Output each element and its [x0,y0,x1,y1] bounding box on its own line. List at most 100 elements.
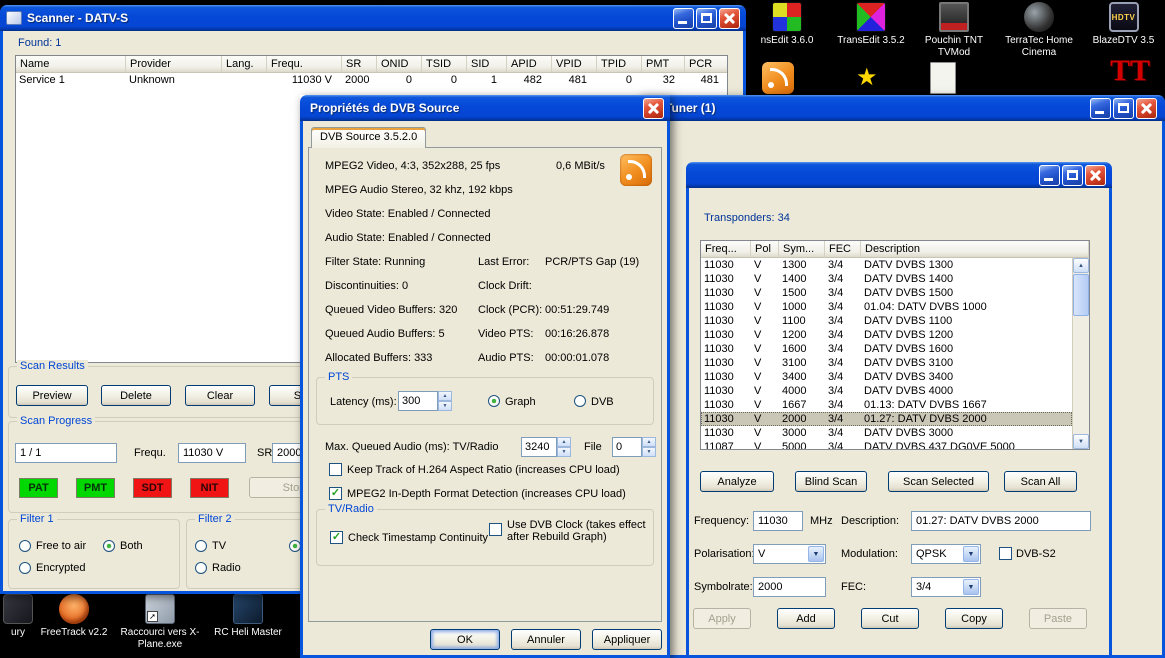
transponder-row[interactable]: 11030 V 3000 3/4 DATV DVBS 3000 [701,426,1072,440]
dvb-source-tab[interactable]: DVB Source 3.5.2.0 [311,127,426,148]
scroll-down-button[interactable]: ▼ [1073,434,1089,449]
add-button[interactable]: Add [777,608,835,629]
spin-up-button[interactable]: ▲ [642,437,656,447]
ok-button[interactable]: OK [430,629,500,650]
mpeg2-indepth-checkbox[interactable]: ✓ [329,487,342,500]
scan-all-button[interactable]: Scan All [1004,471,1077,492]
scanner-titlebar[interactable]: Scanner - DATV-S [0,5,746,31]
column-header[interactable]: TSID [422,56,467,72]
spin-up-button[interactable]: ▲ [438,391,452,401]
dvbs2-checkbox[interactable] [999,547,1012,560]
column-header[interactable]: SID [467,56,507,72]
cut-button[interactable]: Cut [861,608,919,629]
column-header[interactable]: VPID [552,56,597,72]
spin-down-button[interactable]: ▼ [438,401,452,411]
frequ-field[interactable]: 11030 V [178,443,246,463]
column-header[interactable]: PCR [685,56,728,72]
dropdown-button[interactable]: ▼ [808,546,824,562]
blind-scan-button[interactable]: Blind Scan [795,471,867,492]
desktop-icon-mercury[interactable]: ury [0,594,42,639]
use-dvb-clock-checkbox[interactable] [489,523,502,536]
latency-input[interactable]: 300 [398,391,438,411]
dropdown-button[interactable]: ▼ [963,579,979,595]
dvb-source-desktop-icon[interactable] [762,62,794,94]
column-header[interactable]: PMT [642,56,685,72]
column-header[interactable]: Name [16,56,126,72]
column-header[interactable]: Frequ. [267,56,342,72]
description-input[interactable]: 01.27: DATV DVBS 2000 [911,511,1091,531]
max-audio-tv-input[interactable]: 3240 [521,437,557,457]
free-to-air-radio[interactable] [19,540,31,552]
desktop-icon-xplane-shortcut[interactable]: ➚ Raccourci vers X-Plane.exe [116,594,204,651]
transponder-row[interactable]: 11087 V 5000 3/4 DATV DVBS 437 DG0VE 500… [701,440,1072,449]
cancel-button[interactable]: Annuler [511,629,581,650]
spin-up-button[interactable]: ▲ [557,437,571,447]
spin-down-button[interactable]: ▼ [642,447,656,457]
desktop-icon-transedit-352[interactable]: TransEdit 3.5.2 [829,2,913,47]
tuner-titlebar[interactable]: Tuner (1) [638,95,1165,121]
column-header[interactable]: Description [861,241,1089,257]
apply-button[interactable]: Appliquer [592,629,662,650]
max-audio-file-input[interactable]: 0 [612,437,642,457]
tv-radio[interactable] [195,540,207,552]
desktop-icon-transedit-360[interactable]: nsEdit 3.6.0 [745,2,829,47]
scanner-maximize-button[interactable] [696,8,717,29]
transponder-row[interactable]: 11030 V 2000 3/4 01.27: DATV DVBS 2000 [701,412,1072,426]
document-desktop-icon[interactable] [930,62,956,94]
transponder-row[interactable]: 11030 V 1100 3/4 DATV DVBS 1100 [701,314,1072,328]
transponder-row[interactable]: 11030 V 1500 3/4 DATV DVBS 1500 [701,286,1072,300]
child-minimize-button[interactable] [1039,165,1060,186]
column-header[interactable]: Pol [751,241,779,257]
dropdown-button[interactable]: ▼ [963,546,979,562]
transponder-row[interactable]: 11030 V 4000 3/4 DATV DVBS 4000 [701,384,1072,398]
progress-field[interactable]: 1 / 1 [15,443,117,463]
encrypted-radio[interactable] [19,562,31,574]
desktop-icon-blazedtv[interactable]: HDTV BlazeDTV 3.5 [1082,2,1165,47]
both-radio[interactable] [103,540,115,552]
column-header[interactable]: APID [507,56,552,72]
clear-button[interactable]: Clear [185,385,255,406]
preview-button[interactable]: Preview [16,385,88,406]
column-header[interactable]: FEC [825,241,861,257]
copy-button[interactable]: Copy [945,608,1003,629]
transponder-row[interactable]: 11030 V 1400 3/4 DATV DVBS 1400 [701,272,1072,286]
symbolrate-input[interactable]: 2000 [753,577,826,597]
apply-button[interactable]: Apply [693,608,751,629]
child-close-button[interactable] [1085,165,1106,186]
frequency-input[interactable]: 11030 [753,511,803,531]
modulation-select[interactable]: QPSK ▼ [911,544,981,564]
paste-button[interactable]: Paste [1029,608,1087,629]
analyze-button[interactable]: Analyze [700,471,774,492]
child-restore-button[interactable] [1062,165,1083,186]
column-header[interactable]: Lang. [222,56,267,72]
transponder-row[interactable]: 11030 V 1600 3/4 DATV DVBS 1600 [701,342,1072,356]
table-scrollbar[interactable]: ▲ ▼ [1072,258,1089,449]
polarisation-select[interactable]: V ▼ [753,544,826,564]
scrollbar-thumb[interactable] [1073,274,1089,316]
tuner-close-button[interactable] [1136,98,1157,119]
column-header[interactable]: Freq... [701,241,751,257]
desktop-icon-freetrack[interactable]: FreeTrack v2.2 [38,594,110,639]
scanner-minimize-button[interactable] [673,8,694,29]
spin-down-button[interactable]: ▼ [557,447,571,457]
transponder-row[interactable]: 11030 V 1200 3/4 DATV DVBS 1200 [701,328,1072,342]
desktop-icon-terratec-home-cinema[interactable]: TerraTec Home Cinema [996,2,1082,59]
transponder-row[interactable]: 11030 V 1667 3/4 01.13: DATV DVBS 1667 [701,398,1072,412]
delete-button[interactable]: Delete [101,385,171,406]
service-row[interactable]: Service 1Unknown11030 V20000014824810324… [16,73,727,89]
radio-radio[interactable] [195,562,207,574]
transponder-row[interactable]: 11030 V 1300 3/4 DATV DVBS 1300 [701,258,1072,272]
transponder-row[interactable]: 11030 V 3100 3/4 DATV DVBS 3100 [701,356,1072,370]
graph-radio[interactable] [488,395,500,407]
transponder-row[interactable]: 11030 V 1000 3/4 01.04: DATV DVBS 1000 [701,300,1072,314]
column-header[interactable]: ONID [377,56,422,72]
dialog-titlebar[interactable]: Propriétés de DVB Source [300,95,670,121]
column-header[interactable]: Sym... [779,241,825,257]
desktop-icon-rc-heli-master[interactable]: RC Heli Master [208,594,288,639]
tuner-child-titlebar[interactable] [686,162,1112,188]
star-icon[interactable]: ★ [856,66,878,90]
tuner-minimize-button[interactable] [1090,98,1111,119]
transponder-row[interactable]: 11030 V 3400 3/4 DATV DVBS 3400 [701,370,1072,384]
timestamp-continuity-checkbox[interactable]: ✓ [330,531,343,544]
scanner-close-button[interactable] [719,8,740,29]
